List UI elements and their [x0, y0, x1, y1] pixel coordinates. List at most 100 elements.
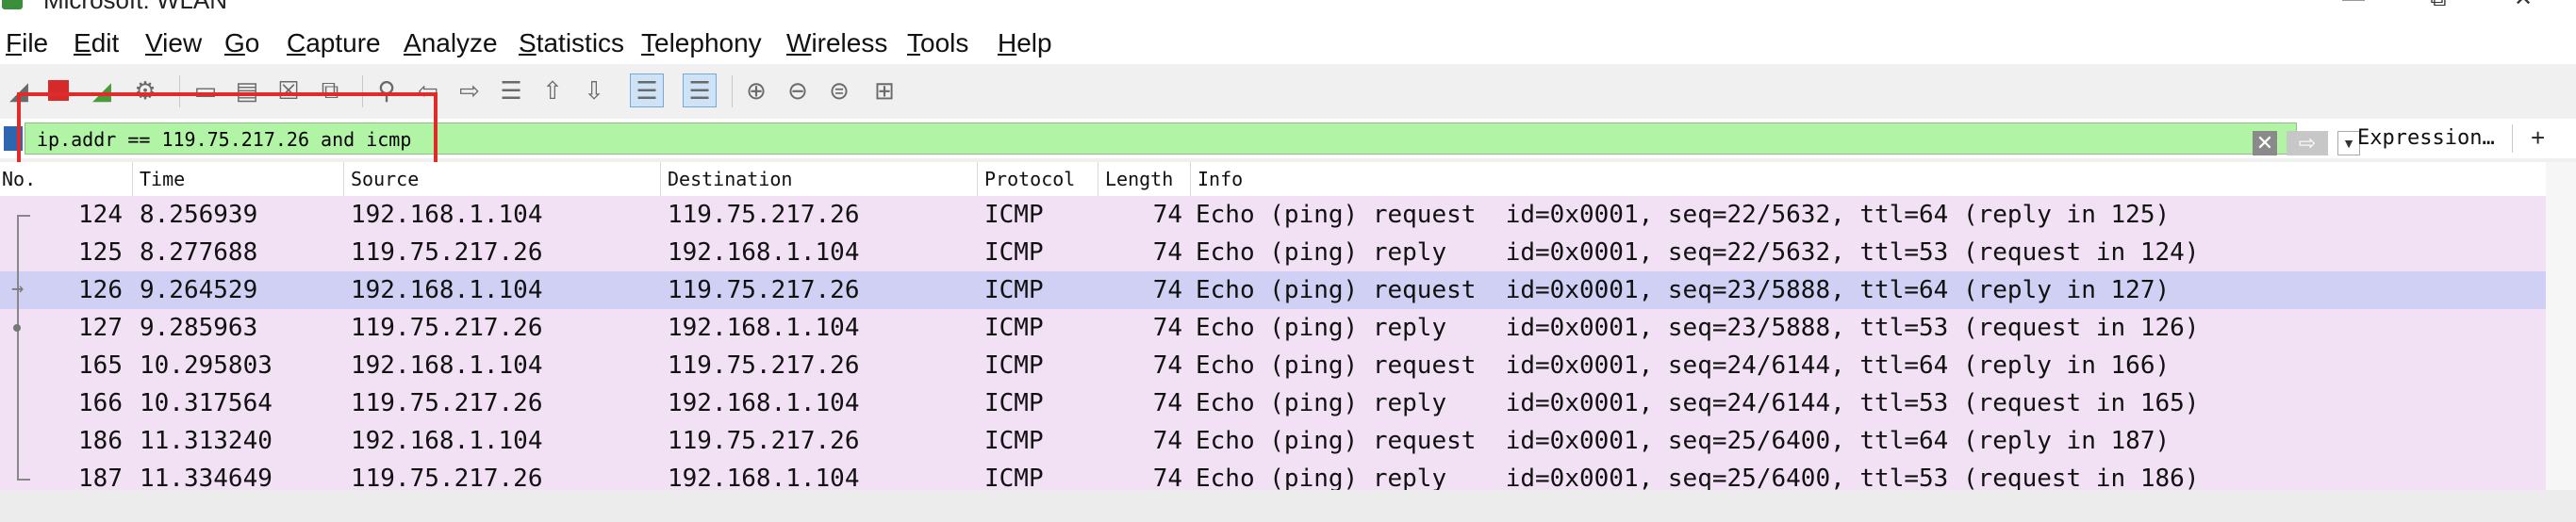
minimize-button[interactable]: —	[2335, 0, 2372, 11]
go-back-icon[interactable]: ⇦	[411, 73, 445, 107]
menu-go[interactable]: Go	[224, 26, 259, 60]
go-to-packet-icon[interactable]: ☰	[494, 73, 528, 107]
display-filter-value[interactable]: ip.addr == 119.75.217.26 and icmp	[37, 128, 411, 151]
column-header-destination[interactable]: Destination	[668, 166, 792, 192]
lower-pane-background	[0, 490, 2576, 522]
packet-row[interactable]: 125 8.277688 119.75.217.26 192.168.1.104…	[0, 234, 2546, 271]
go-forward-icon[interactable]: ⇨	[453, 73, 487, 107]
open-file-icon[interactable]: ▭	[189, 73, 223, 107]
column-divider[interactable]	[343, 162, 344, 196]
packet-time: 9.264529	[140, 276, 258, 304]
shark-fin-start-icon[interactable]: ◢	[2, 73, 36, 107]
resize-columns-icon[interactable]: ⊞	[867, 73, 901, 107]
column-header-time[interactable]: Time	[140, 166, 185, 192]
window-title: Microsoft: WLAN	[43, 0, 228, 14]
packet-protocol: ICMP	[984, 465, 1044, 490]
packet-info: Echo (ping) request id=0x0001, seq=24/61…	[1196, 351, 2171, 380]
column-divider[interactable]	[660, 162, 661, 196]
packet-source: 192.168.1.104	[351, 276, 543, 304]
toolbar-separator	[179, 75, 180, 107]
close-button[interactable]: ✕	[2504, 0, 2542, 11]
menu-tools[interactable]: Tools	[907, 26, 968, 60]
menu-telephony[interactable]: Telephony	[641, 26, 762, 60]
maximize-button[interactable]: ⧉	[2419, 0, 2457, 11]
packet-row[interactable]: 166 10.317564 119.75.217.26 192.168.1.10…	[0, 384, 2546, 422]
packet-time: 11.334649	[140, 465, 272, 490]
packet-info: Echo (ping) request id=0x0001, seq=23/58…	[1196, 276, 2171, 304]
packet-row[interactable]: 127 9.285963 119.75.217.26 192.168.1.104…	[0, 309, 2546, 347]
column-header-source[interactable]: Source	[351, 166, 419, 192]
zoom-in-icon[interactable]: ⊕	[739, 73, 773, 107]
zoom-out-icon[interactable]: ⊖	[781, 73, 815, 107]
packet-info: Echo (ping) request id=0x0001, seq=25/64…	[1196, 427, 2171, 455]
column-header-protocol[interactable]: Protocol	[984, 166, 1075, 192]
packet-length: 74	[1152, 276, 1182, 304]
find-packet-icon[interactable]: ⚲	[370, 73, 404, 107]
reload-file-icon[interactable]: ⧉	[313, 73, 347, 107]
column-header-length[interactable]: Length	[1105, 166, 1173, 192]
column-header-no[interactable]: No.	[2, 166, 36, 192]
clear-filter-icon[interactable]: ✕	[2253, 131, 2277, 155]
column-divider[interactable]	[977, 162, 978, 196]
packet-length: 74	[1152, 238, 1182, 267]
colorize-icon[interactable]: ☰	[683, 73, 717, 107]
packet-number: 186	[78, 427, 123, 455]
menu-view[interactable]: View	[145, 26, 202, 60]
apply-filter-arrow-icon[interactable]: ⇨	[2287, 131, 2328, 155]
packet-time: 8.277688	[140, 238, 258, 267]
packet-number: 165	[78, 351, 123, 380]
menu-capture[interactable]: Capture	[287, 26, 381, 60]
go-last-icon[interactable]: ⇩	[577, 73, 611, 107]
add-filter-button[interactable]: +	[2531, 124, 2545, 151]
filter-bookmark-icon[interactable]	[4, 126, 23, 151]
save-file-icon[interactable]: ▤	[230, 73, 264, 107]
packet-protocol: ICMP	[984, 201, 1044, 229]
packet-list: 124 8.256939 192.168.1.104 119.75.217.26…	[0, 196, 2546, 490]
menu-file[interactable]: File	[6, 26, 48, 60]
packet-source: 119.75.217.26	[351, 389, 543, 417]
title-bar: Microsoft: WLAN — ⧉ ✕	[0, 0, 2576, 15]
packet-source: 119.75.217.26	[351, 238, 543, 267]
capture-options-gear-icon[interactable]: ⚙	[128, 73, 162, 107]
packet-protocol: ICMP	[984, 238, 1044, 267]
packet-destination: 119.75.217.26	[668, 427, 860, 455]
packet-row[interactable]: 165 10.295803 192.168.1.104 119.75.217.2…	[0, 347, 2546, 384]
column-header-info[interactable]: Info	[1197, 166, 1243, 192]
packet-row[interactable]: 124 8.256939 192.168.1.104 119.75.217.26…	[0, 196, 2546, 234]
expression-button[interactable]: Expression…	[2357, 126, 2495, 151]
packet-list-scroll-gutter[interactable]	[2546, 162, 2576, 490]
stop-square-icon[interactable]	[41, 73, 75, 107]
menu-analyze[interactable]: Analyze	[404, 26, 498, 60]
packet-row[interactable]: 187 11.334649 119.75.217.26 192.168.1.10…	[0, 460, 2546, 490]
restart-fin-icon[interactable]: ◢	[85, 73, 119, 107]
display-filter-input[interactable]: ip.addr == 119.75.217.26 and icmp ✕ ⇨ ▼	[25, 122, 2360, 155]
column-divider[interactable]	[1190, 162, 1191, 196]
menu-edit[interactable]: Edit	[74, 26, 119, 60]
autoscroll-icon[interactable]: ☰	[630, 73, 664, 107]
close-file-icon[interactable]: ☒	[272, 73, 305, 107]
column-divider[interactable]	[132, 162, 133, 196]
packet-destination: 192.168.1.104	[668, 389, 860, 417]
menu-help[interactable]: Help	[998, 26, 1052, 60]
packet-protocol: ICMP	[984, 314, 1044, 342]
packet-number: 187	[78, 465, 123, 490]
packet-length: 74	[1152, 389, 1182, 417]
packet-info: Echo (ping) reply id=0x0001, seq=22/5632…	[1196, 238, 2200, 267]
main-toolbar: ◢ ◢ ⚙ ▭ ▤ ☒ ⧉ ⚲ ⇦ ⇨ ☰ ⇧ ⇩ ☰ ☰ ⊕ ⊖ ⊜ ⊞	[0, 64, 2576, 119]
packet-info: Echo (ping) reply id=0x0001, seq=24/6144…	[1196, 389, 2200, 417]
packet-protocol: ICMP	[984, 351, 1044, 380]
packet-list-header: No. Time Source Destination Protocol Len…	[0, 162, 2546, 197]
packet-source: 192.168.1.104	[351, 351, 543, 380]
packet-time: 10.317564	[140, 389, 272, 417]
packet-row-selected[interactable]: → 126 9.264529 192.168.1.104 119.75.217.…	[0, 271, 2546, 309]
filter-separator	[2512, 124, 2513, 153]
go-first-icon[interactable]: ⇧	[536, 73, 570, 107]
packet-length: 74	[1152, 465, 1182, 490]
menu-statistics[interactable]: Statistics	[519, 26, 624, 60]
packet-destination: 119.75.217.26	[668, 351, 860, 380]
packet-number: 125	[78, 238, 123, 267]
menu-wireless[interactable]: Wireless	[786, 26, 887, 60]
zoom-normal-icon[interactable]: ⊜	[822, 73, 856, 107]
packet-number: 166	[78, 389, 123, 417]
packet-row[interactable]: 186 11.313240 192.168.1.104 119.75.217.2…	[0, 422, 2546, 460]
